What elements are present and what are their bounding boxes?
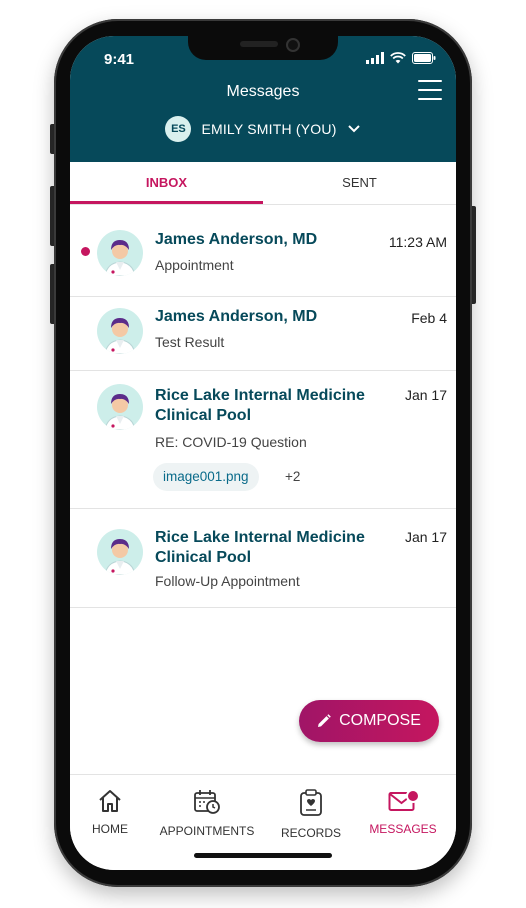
status-icons	[366, 52, 436, 64]
message-subject: Follow-Up Appointment	[155, 573, 300, 589]
message-subject: RE: COVID-19 Question	[155, 434, 307, 450]
nav-messages[interactable]: MESSAGES	[366, 789, 440, 836]
compose-label: COMPOSE	[339, 712, 421, 729]
message-row[interactable]: James Anderson, MD 11:23 AM Appointment	[70, 205, 456, 297]
wifi-icon	[390, 52, 406, 64]
front-camera	[286, 38, 300, 52]
unread-indicator	[81, 247, 90, 256]
message-row[interactable]: Rice Lake Internal Medicine Clinical Poo…	[70, 509, 456, 608]
speaker-grille	[240, 41, 278, 47]
doctor-avatar-icon	[97, 384, 143, 430]
nav-home[interactable]: HOME	[88, 789, 132, 836]
status-time: 9:41	[104, 51, 135, 68]
tab-inbox[interactable]: INBOX	[70, 162, 263, 204]
calendar-clock-icon	[194, 790, 220, 814]
signal-icon	[366, 52, 384, 64]
message-date: Feb 4	[411, 310, 447, 326]
nav-messages-label: MESSAGES	[369, 822, 437, 836]
home-icon	[99, 790, 121, 812]
tab-bar: INBOX SENT	[70, 162, 456, 205]
message-sender: James Anderson, MD	[155, 231, 318, 248]
battery-icon	[412, 52, 436, 64]
message-sender: Rice Lake Internal Medicine Clinical Poo…	[155, 387, 365, 424]
notch	[188, 36, 338, 60]
message-row[interactable]: James Anderson, MD Feb 4 Test Result	[70, 297, 456, 371]
doctor-avatar-icon	[97, 529, 143, 575]
tab-sent[interactable]: SENT	[263, 162, 456, 204]
home-indicator	[194, 853, 332, 858]
message-subject: Test Result	[155, 334, 225, 350]
message-date: Jan 17	[404, 387, 447, 403]
notification-badge	[406, 789, 420, 803]
page-title: Messages	[226, 83, 300, 100]
nav-appointments-label: APPOINTMENTS	[159, 824, 255, 838]
message-date: 11:23 AM	[388, 234, 447, 250]
user-avatar: ES	[165, 116, 192, 142]
doctor-avatar-icon	[97, 308, 143, 354]
app-header: 9:41 Messages ES EMILY SMITH (YOU)	[70, 36, 456, 162]
attachment-chip[interactable]: image001.png	[153, 463, 259, 491]
message-list: James Anderson, MD 11:23 AM Appointment …	[70, 205, 456, 608]
phone-screen: 9:41 Messages ES EMILY SMITH (YOU) INBOX…	[70, 36, 456, 870]
nav-records-label: RECORDS	[280, 826, 341, 840]
user-selector[interactable]: ES EMILY SMITH (YOU)	[70, 116, 456, 142]
nav-appointments[interactable]: APPOINTMENTS	[156, 789, 258, 838]
message-row[interactable]: Rice Lake Internal Medicine Clinical Poo…	[70, 371, 456, 509]
chevron-down-icon	[347, 125, 360, 133]
message-sender: Rice Lake Internal Medicine Clinical Poo…	[155, 529, 365, 566]
message-sender: James Anderson, MD	[155, 308, 318, 325]
attachment-more-count: +2	[285, 469, 301, 484]
doctor-avatar-icon	[97, 230, 143, 276]
nav-records[interactable]: RECORDS	[280, 789, 342, 840]
message-date: Jan 17	[404, 529, 447, 545]
nav-home-label: HOME	[92, 822, 128, 836]
user-name: EMILY SMITH (YOU)	[201, 121, 337, 137]
message-subject: Appointment	[155, 257, 234, 273]
pencil-icon	[318, 714, 331, 727]
compose-button[interactable]: COMPOSE	[299, 700, 439, 742]
clipboard-heart-icon	[300, 789, 322, 816]
